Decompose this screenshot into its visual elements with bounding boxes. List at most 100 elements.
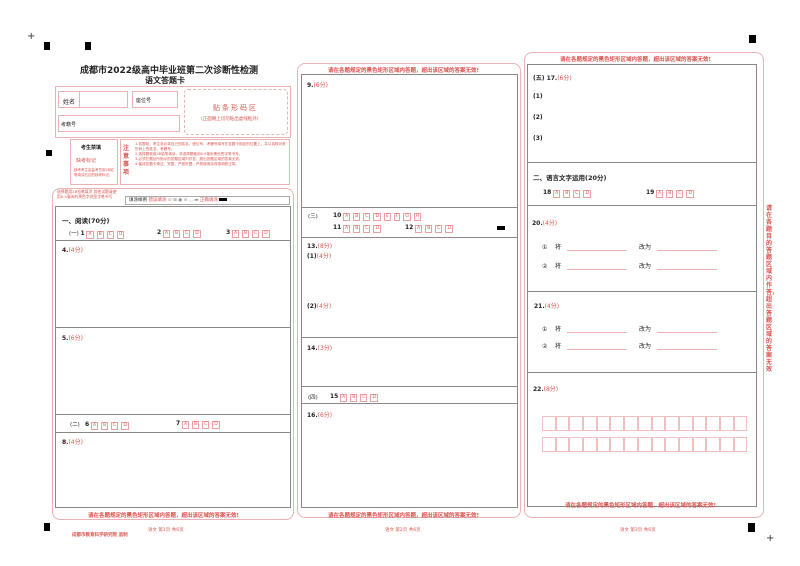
question-16[interactable]: 16.(6分) [307,410,332,419]
grid-cell[interactable] [719,416,734,431]
grid-cell[interactable] [624,437,638,452]
grid-cell[interactable] [555,437,570,452]
question-22[interactable]: 22.(8分) [533,384,558,393]
option-bubble[interactable]: A [553,190,561,198]
option-bubble[interactable]: A [231,230,240,238]
question-21[interactable]: 21.(4分) [534,301,559,310]
option-bubble[interactable]: A [415,225,423,233]
option-bubble[interactable]: E [383,213,391,221]
writing-grid-row[interactable] [542,437,748,452]
option-bubble[interactable]: A [340,394,348,402]
question-14[interactable]: 14.(3分) [307,343,332,352]
option-bubble[interactable]: C [111,422,119,430]
option-bubble[interactable]: C [676,190,684,198]
choice-q3[interactable]: 3 ABCD [226,229,273,238]
grid-cell[interactable] [637,437,652,452]
grid-cell[interactable] [555,416,570,431]
option-bubble[interactable]: B [666,190,674,198]
grid-cell[interactable] [678,416,693,431]
option-bubble[interactable]: C [360,394,368,402]
option-bubble[interactable]: C [363,225,371,233]
grid-cell[interactable] [733,416,748,431]
grid-cell[interactable] [596,416,611,431]
option-bubble[interactable]: B [101,422,109,430]
grid-cell[interactable] [692,437,707,452]
seat-field[interactable]: 座位号 [132,91,178,108]
option-bubble[interactable]: D [193,230,201,238]
question-17[interactable]: (五) 17.(6分) [533,73,572,82]
option-bubble[interactable]: B [353,213,361,221]
grid-cell[interactable] [569,437,584,452]
grid-cell[interactable] [651,416,666,431]
choice-q7[interactable]: 7 ABCD [176,420,223,429]
option-bubble[interactable]: D [373,213,381,221]
option-bubble[interactable]: H [413,213,422,221]
q20-line-2[interactable]: ② 将改为 [542,261,729,270]
option-bubble[interactable]: G [403,213,411,221]
choice-q18[interactable]: 18 ABCD [543,189,594,198]
option-bubble[interactable]: D [445,225,453,233]
q21-line-2[interactable]: ② 将改为 [542,341,729,350]
choice-q19[interactable]: 19 ABCD [646,189,697,198]
option-bubble[interactable]: D [116,231,125,239]
question-5[interactable]: 5.(6分) [62,333,83,342]
question-4[interactable]: 4.(4分) [62,245,83,254]
grid-cell[interactable] [665,416,679,431]
grid-cell[interactable] [706,437,720,452]
option-bubble[interactable]: A [181,421,190,429]
grid-cell[interactable] [706,416,720,431]
exam-number-field[interactable]: 考籍号 [58,115,180,132]
option-bubble[interactable]: D [121,422,129,430]
option-bubble[interactable]: B [242,230,250,238]
grid-cell[interactable] [542,416,556,431]
choice-q2[interactable]: 2 ABCD [157,229,204,238]
option-bubble[interactable]: A [162,230,171,238]
option-bubble[interactable]: F [393,213,401,221]
choice-q12[interactable]: 12 ABCD [405,224,456,233]
option-bubble[interactable]: B [192,421,200,429]
option-bubble[interactable]: C [106,231,114,239]
grid-cell[interactable] [569,416,584,431]
grid-cell[interactable] [624,416,638,431]
grid-cell[interactable] [733,437,748,452]
question-13-2[interactable]: (2)(4分) [307,301,331,310]
option-bubble[interactable]: A [656,190,664,198]
option-bubble[interactable]: D [262,230,270,238]
question-17-2[interactable]: (2) [533,114,543,121]
choice-q11[interactable]: 11 ABCD [333,224,384,233]
grid-cell[interactable] [665,437,679,452]
option-bubble[interactable]: D [370,394,378,402]
option-bubble[interactable]: D [583,190,591,198]
grid-cell[interactable] [583,437,597,452]
writing-grid-row[interactable] [542,416,748,431]
grid-cell[interactable] [651,437,666,452]
option-bubble[interactable]: B [353,225,361,233]
option-bubble[interactable]: D [212,421,220,429]
question-17-1[interactable]: (1) [533,93,543,100]
option-bubble[interactable]: C [573,190,581,198]
option-bubble[interactable]: D [686,190,694,198]
option-bubble[interactable]: B [425,225,433,233]
question-9[interactable]: 9.(6分) [307,80,328,89]
question-8[interactable]: 8.(4分) [62,437,83,446]
option-bubble[interactable]: C [435,225,443,233]
option-bubble[interactable]: A [86,231,94,239]
choice-q6[interactable]: (二) 6 ABCD [70,420,132,430]
option-bubble[interactable]: C [252,230,260,238]
choice-q15[interactable]: 15 ABCD [330,393,381,402]
option-bubble[interactable]: B [350,394,358,402]
grid-cell[interactable] [719,437,734,452]
missing-mark[interactable]: 缺考标记 [76,157,96,164]
question-17-3[interactable]: (3) [533,135,543,142]
option-bubble[interactable]: B [563,190,571,198]
q20-line-1[interactable]: ① 将改为 [542,242,729,251]
question-20[interactable]: 20.(4分) [532,218,557,227]
option-bubble[interactable]: C [183,230,191,238]
choice-q10[interactable]: 10 ABCDEFGH [333,212,424,221]
grid-cell[interactable] [610,416,625,431]
grid-cell[interactable] [596,437,611,452]
grid-cell[interactable] [678,437,693,452]
grid-cell[interactable] [610,437,625,452]
grid-cell[interactable] [542,437,556,452]
q21-line-1[interactable]: ① 将改为 [542,324,729,333]
